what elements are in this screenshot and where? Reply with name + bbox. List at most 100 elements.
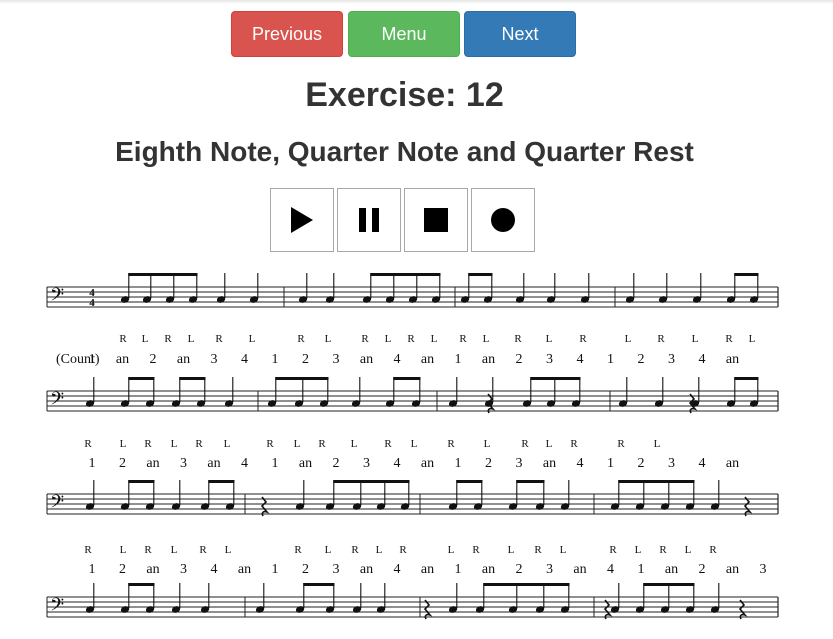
- count-label: 4: [607, 562, 614, 577]
- sticking-label: L: [120, 438, 127, 450]
- record-button[interactable]: [471, 188, 535, 252]
- count-label: 1: [272, 562, 279, 577]
- count-label: 3: [180, 562, 187, 577]
- note-beam: [393, 377, 421, 380]
- count-label: 1: [607, 352, 614, 367]
- count-label: 1: [607, 456, 614, 471]
- pause-button[interactable]: [337, 188, 401, 252]
- count-label: an: [665, 562, 678, 577]
- count-label: 3: [211, 352, 218, 367]
- count-label: an: [116, 352, 129, 367]
- count-label: 1: [455, 352, 462, 367]
- sticking-label: R: [725, 333, 733, 345]
- sticking-label: L: [171, 438, 178, 450]
- sticking-label: R: [361, 333, 369, 345]
- count-label: an: [238, 562, 251, 577]
- sticking-label: L: [385, 333, 392, 345]
- sticking-label: R: [294, 544, 302, 556]
- count-label: 4: [394, 456, 401, 471]
- count-label: 1: [272, 352, 279, 367]
- sticking-label: R: [570, 438, 578, 450]
- note-beam: [618, 480, 695, 483]
- sticking-label: R: [399, 544, 407, 556]
- count-label: 4: [699, 456, 706, 471]
- record-icon: [491, 208, 515, 232]
- count-label: an: [146, 562, 159, 577]
- count-label: 2: [699, 562, 706, 577]
- count-heading: (Count): [56, 352, 100, 367]
- sticking-label: L: [546, 438, 553, 450]
- sticking-label: L: [560, 544, 567, 556]
- play-button[interactable]: [270, 188, 334, 252]
- note-beam: [643, 583, 695, 586]
- sheet-music: 𝄢 4 4 R L R L R L R L R L R L R L R L R L R L R L 1 an 2 an 3 4 1 2 3 an 4 a…: [0, 262, 833, 639]
- sticking-label: L: [188, 333, 195, 345]
- sticking-label: L: [351, 438, 358, 450]
- count-label: 1: [89, 562, 96, 577]
- count-label: 2: [302, 352, 309, 367]
- bass-clef-icon: 𝄢: [50, 595, 64, 620]
- stop-button[interactable]: [404, 188, 468, 252]
- note-beam: [483, 583, 570, 586]
- quarter-rest-icon: [603, 599, 613, 620]
- count-label: 2: [638, 456, 645, 471]
- sticking-label: R: [119, 333, 127, 345]
- count-label: 3: [180, 456, 187, 471]
- sticking-label: L: [249, 333, 256, 345]
- exercise-subtitle: Eighth Note, Quarter Note and Quarter Re…: [115, 136, 694, 167]
- menu-button[interactable]: Menu: [348, 11, 460, 57]
- count-label: 3: [668, 352, 675, 367]
- sticking-label: R: [447, 438, 455, 450]
- note-beam: [208, 480, 235, 483]
- count-label: 1: [272, 456, 279, 471]
- count-label: 2: [150, 352, 157, 367]
- sticking-label: L: [654, 438, 661, 450]
- count-label: 4: [577, 352, 584, 367]
- count-label: 1: [455, 562, 462, 577]
- sticking-label: R: [199, 544, 207, 556]
- count-label: an: [421, 352, 434, 367]
- sticking-label: R: [215, 333, 223, 345]
- count-label: 2: [119, 562, 126, 577]
- count-label: an: [573, 562, 586, 577]
- quarter-rest-icon: [260, 496, 270, 517]
- previous-button[interactable]: Previous: [231, 11, 343, 57]
- count-label: an: [177, 352, 190, 367]
- play-icon: [291, 207, 313, 233]
- sticking-label: L: [431, 333, 438, 345]
- sticking-label: R: [579, 333, 587, 345]
- count-label: 3: [546, 352, 553, 367]
- sticking-label: R: [195, 438, 203, 450]
- count-label: an: [146, 456, 159, 471]
- sticking-label: R: [617, 438, 625, 450]
- count-label: 3: [516, 456, 523, 471]
- sticking-label: R: [266, 438, 274, 450]
- count-label: an: [360, 352, 373, 367]
- count-label: 2: [485, 456, 492, 471]
- sticking-label: L: [325, 544, 332, 556]
- count-label: 4: [577, 456, 584, 471]
- sticking-label: R: [164, 333, 172, 345]
- count-label: 1: [89, 456, 96, 471]
- note-beam: [128, 583, 155, 586]
- next-button[interactable]: Next: [464, 11, 576, 57]
- count-label: an: [482, 562, 495, 577]
- sticking-label: R: [318, 438, 326, 450]
- count-label: 2: [333, 456, 340, 471]
- note-beam: [734, 273, 759, 276]
- count-label: 3: [333, 352, 340, 367]
- sticking-label: R: [384, 438, 392, 450]
- bass-clef-icon: 𝄢: [50, 389, 64, 414]
- note-beam: [530, 377, 581, 380]
- count-label: 3: [668, 456, 675, 471]
- sticking-label: R: [472, 544, 480, 556]
- count-label: 1: [455, 456, 462, 471]
- sticking-label: L: [120, 544, 127, 556]
- bass-clef-icon: 𝄢: [50, 285, 64, 310]
- sticking-label: L: [225, 544, 232, 556]
- playback-controls: [270, 188, 535, 252]
- note-beam: [516, 480, 545, 483]
- note-beam: [333, 480, 410, 483]
- note-beam: [303, 583, 335, 586]
- note-beam: [128, 480, 155, 483]
